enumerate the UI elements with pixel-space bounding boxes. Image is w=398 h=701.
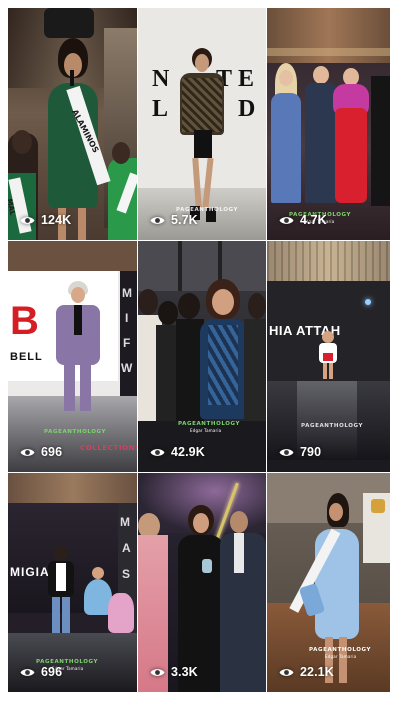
view-count: 42.9K [150,445,205,459]
thumbnail-image: MIGIA M A S PAGEANTHOLOGY Edgar Tamaria [8,473,137,692]
video-grid: MAL ALAMINOS 124K N T E L D PAGEANTHOLOG… [8,8,390,693]
view-count: 696 [20,665,62,679]
watermark: PAGEANTHOLOGY [309,647,372,653]
sign-logo: B [10,299,39,343]
view-count: 790 [279,445,321,459]
view-count: 4.7K [279,213,327,227]
view-count: 5.7K [150,213,198,227]
view-count-text: 5.7K [171,213,198,227]
thumbnail-image [138,473,266,692]
video-thumbnail-1[interactable]: MAL ALAMINOS 124K [8,8,137,240]
video-thumbnail-5[interactable]: PAGEANTHOLOGY Edgar Tamaria 42.9K [138,241,266,472]
watermark-sub: Edgar Tamaria [325,654,357,659]
view-count-text: 696 [41,445,63,459]
view-count: 3.3K [150,665,198,679]
video-thumbnail-7[interactable]: MIGIA M A S PAGEANTHOLOGY Edgar Tamaria … [8,473,137,692]
sign-letter: L [152,96,169,122]
watermark: PAGEANTHOLOGY [301,423,364,429]
view-count-text: 790 [300,445,322,459]
view-count-text: 22.1K [300,665,334,679]
play-eye-icon [279,216,294,224]
watermark-sub: Edgar Tamaria [190,428,222,433]
video-thumbnail-6[interactable]: HIA ATTAH PAGEANTHOLOGY 790 [267,241,390,472]
video-thumbnail-9[interactable]: PAGEANTHOLOGY Edgar Tamaria 22.1K [267,473,390,692]
view-count: 696 [20,445,62,459]
thumbnail-image: HIA ATTAH PAGEANTHOLOGY [267,241,390,472]
view-count-text: 3.3K [171,665,198,679]
play-eye-icon [20,668,35,676]
video-thumbnail-4[interactable]: B BELL M I F W PAGEANTHOLOGY COLLECTIONS… [8,241,137,472]
play-eye-icon [20,216,35,224]
banner-letter: M [120,515,130,529]
view-count-text: 42.9K [171,445,205,459]
thumbnail-image: B BELL M I F W PAGEANTHOLOGY COLLECTIONS [8,241,137,472]
sign-text: MIGIA [10,565,50,579]
banner-letter: F [123,336,131,350]
view-count-text: 696 [41,665,63,679]
view-count: 124K [20,213,71,227]
play-eye-icon [279,668,294,676]
banner-letter: W [121,361,133,375]
sign-text: BELL [10,351,43,363]
view-count-text: 4.7K [300,213,327,227]
sign-letter: E [238,66,255,92]
watermark: PAGEANTHOLOGY [178,421,241,427]
play-eye-icon [279,448,294,456]
thumbnail-image: MAL ALAMINOS [8,8,137,240]
play-eye-icon [150,216,165,224]
thumbnail-image: PAGEANTHOLOGY Edgar Tamaria [267,473,390,692]
banner-letter: S [122,567,131,581]
banner-letter: M [122,286,132,300]
sign-letter: N [152,66,170,92]
play-eye-icon [150,668,165,676]
sign-letter: D [238,96,256,122]
video-thumbnail-8[interactable]: 3.3K [138,473,266,692]
view-count-text: 124K [41,213,72,227]
watermark-sub: COLLECTIONS [80,444,137,452]
play-eye-icon [150,448,165,456]
watermark: PAGEANTHOLOGY [44,429,107,435]
thumbnail-image: PAGEANTHOLOGY Edgar Tamaria [267,8,390,240]
video-thumbnail-3[interactable]: PAGEANTHOLOGY Edgar Tamaria 4.7K [267,8,390,240]
thumbnail-image: PAGEANTHOLOGY Edgar Tamaria [138,241,266,472]
thumbnail-image: N T E L D PAGEANTHOLOGY [138,8,266,240]
video-thumbnail-2[interactable]: N T E L D PAGEANTHOLOGY 5.7K [138,8,266,240]
view-count: 22.1K [279,665,334,679]
play-eye-icon [20,448,35,456]
banner-letter: A [122,541,131,555]
banner-letter: I [125,311,129,325]
